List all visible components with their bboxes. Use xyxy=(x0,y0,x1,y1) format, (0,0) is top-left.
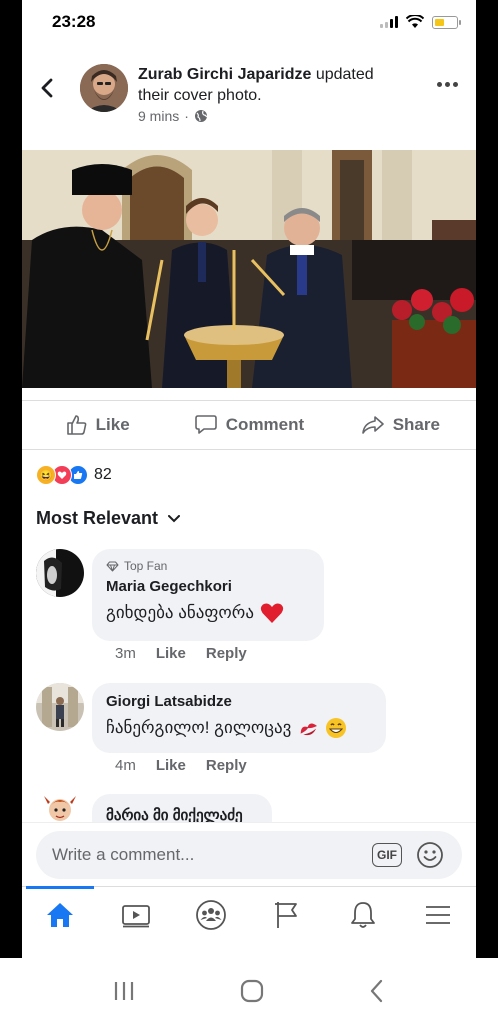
battery-icon xyxy=(432,15,461,29)
comment-bubble[interactable]: Giorgi Latsabidze ჩანერგილო! გილოცავ xyxy=(92,683,386,753)
comment-input[interactable]: Write a comment... GIF xyxy=(36,831,462,879)
comment-bubble[interactable]: Top Fan Maria Gegechkori გიხდება ანაფორა xyxy=(92,549,324,641)
status-bar: 23:28 xyxy=(22,0,476,48)
share-label: Share xyxy=(392,415,440,434)
grinning-emoji-icon xyxy=(326,718,347,738)
back-nav-icon[interactable] xyxy=(367,978,387,1004)
heart-emoji-icon xyxy=(260,603,284,623)
signal-icon xyxy=(380,16,398,28)
tab-notifications[interactable] xyxy=(325,887,401,942)
comment-button[interactable]: Comment xyxy=(173,401,324,449)
wifi-icon xyxy=(406,15,424,28)
comment-time: 3m xyxy=(115,645,136,662)
comment-reply-button[interactable]: Reply xyxy=(206,757,247,774)
video-icon xyxy=(121,904,150,927)
sort-label: Most Relevant xyxy=(36,508,159,528)
top-fan-label: Top Fan xyxy=(124,559,168,573)
tab-watch[interactable] xyxy=(98,887,174,942)
tab-menu[interactable] xyxy=(400,887,476,942)
system-navigation-bar xyxy=(0,958,498,1024)
cover-photo[interactable] xyxy=(22,150,476,388)
tab-home[interactable] xyxy=(22,886,98,942)
commenter-avatar[interactable] xyxy=(36,549,84,597)
status-icons xyxy=(380,15,461,29)
phone-screen: 23:28 Zurab Girchi Japaridze updated the… xyxy=(22,0,476,958)
meta-separator: · xyxy=(184,108,189,124)
kiss-mark-emoji-icon xyxy=(301,723,318,736)
gif-button[interactable]: GIF xyxy=(372,843,402,867)
globe-icon xyxy=(194,110,207,122)
status-time: 23:28 xyxy=(52,12,96,31)
chevron-down-icon xyxy=(168,514,181,522)
hamburger-menu-icon xyxy=(426,905,451,924)
comment-reply-button[interactable]: Reply xyxy=(206,645,247,662)
comment-item: Giorgi Latsabidze ჩანერგილო! გილოცავ 4m … xyxy=(36,683,466,783)
comment-icon xyxy=(194,415,217,434)
comment-meta: 3m Like Reply xyxy=(115,645,247,662)
groups-icon xyxy=(196,899,227,930)
comment-input-placeholder: Write a comment... xyxy=(52,845,195,864)
commenter-name[interactable]: Maria Gegechkori xyxy=(106,578,310,595)
back-icon[interactable] xyxy=(36,76,60,100)
emoji-picker-icon[interactable] xyxy=(416,841,444,869)
commenter-name[interactable]: Giorgi Latsabidze xyxy=(106,693,372,710)
post-header: Zurab Girchi Japaridze updated their cov… xyxy=(22,56,476,136)
sort-comments-button[interactable]: Most Relevant xyxy=(36,508,181,529)
post-time[interactable]: 9 mins xyxy=(138,108,179,124)
author-name[interactable]: Zurab Girchi Japaridze xyxy=(138,66,311,83)
comment-body: ჩანერგილო! გილოცავ xyxy=(106,717,372,739)
tab-groups[interactable] xyxy=(173,887,249,942)
like-label: Like xyxy=(95,415,130,434)
bell-icon xyxy=(350,901,375,928)
home-icon xyxy=(46,902,73,927)
share-button[interactable]: Share xyxy=(325,401,476,449)
comment-composer: Write a comment... GIF xyxy=(22,822,476,886)
home-button-icon[interactable] xyxy=(239,978,265,1004)
post-actions: Like Comment Share xyxy=(22,400,476,450)
reactions-summary[interactable]: 😆 82 xyxy=(36,463,112,487)
comment-like-button[interactable]: Like xyxy=(156,645,186,662)
comment-time: 4m xyxy=(115,757,136,774)
comment-body: გიხდება ანაფორა xyxy=(106,602,310,624)
flag-icon xyxy=(274,901,297,928)
post-meta: 9 mins · xyxy=(138,108,208,124)
haha-reaction-icon: 😆 xyxy=(36,465,56,485)
top-fan-badge: Top Fan xyxy=(106,559,310,573)
commenter-avatar[interactable] xyxy=(36,683,84,731)
like-button[interactable]: Like xyxy=(22,401,173,449)
more-options-icon[interactable] xyxy=(437,82,458,87)
share-icon xyxy=(361,416,384,434)
reaction-count: 82 xyxy=(94,466,112,483)
comment-text: გიხდება ანაფორა xyxy=(106,603,254,622)
thumbs-up-icon xyxy=(66,415,87,435)
comment-like-button[interactable]: Like xyxy=(156,757,186,774)
post-title: Zurab Girchi Japaridze updated their cov… xyxy=(138,64,408,106)
recent-apps-icon[interactable] xyxy=(111,980,137,1002)
bottom-tab-bar xyxy=(22,886,476,942)
diamond-icon xyxy=(106,561,119,571)
author-avatar[interactable] xyxy=(80,64,128,112)
comment-meta: 4m Like Reply xyxy=(115,757,247,774)
tab-pages[interactable] xyxy=(249,887,325,942)
comment-item: Top Fan Maria Gegechkori გიხდება ანაფორა… xyxy=(36,549,466,669)
comment-label: Comment xyxy=(225,415,305,434)
comment-text: ჩანერგილო! გილოცავ xyxy=(106,718,292,737)
